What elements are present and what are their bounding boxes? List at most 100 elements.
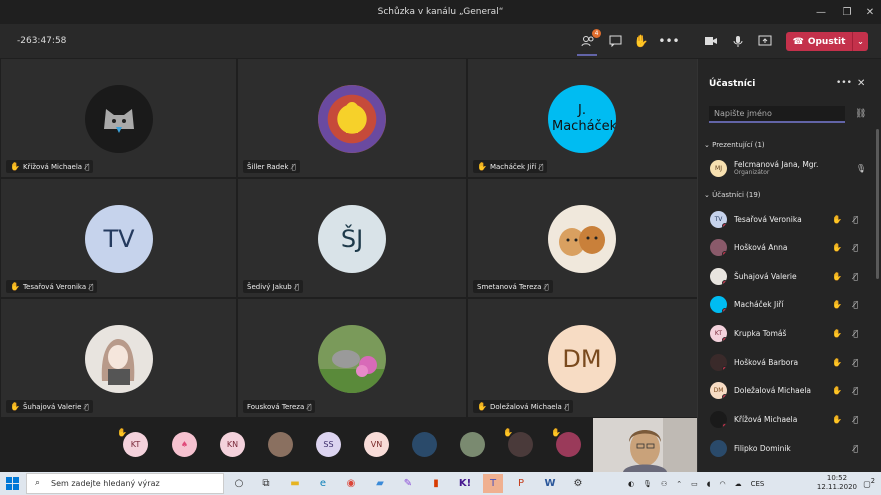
people-tray-icon[interactable]: ⚇ <box>661 480 667 488</box>
taskbar-search-input[interactable]: ⌕ Sem zadejte hledaný výraz <box>26 473 224 494</box>
word-icon[interactable]: W <box>540 474 560 493</box>
office-icon[interactable]: ▮ <box>426 474 446 493</box>
windows-start-icon[interactable] <box>6 477 19 490</box>
participant-row[interactable]: MJ Felcmanová Jana, Mgr. Organizátor 🎙 <box>710 158 870 178</box>
close-window-icon[interactable]: ✕ <box>857 0 881 24</box>
tile-name: Fousková Tereza <box>247 402 305 411</box>
mic-off-icon: 🎙̸ <box>853 271 858 281</box>
strip-avatar-picture[interactable]: ♠ <box>172 432 197 457</box>
participant-row[interactable]: Křížová Michaela ✋ 🎙̸ <box>710 409 870 429</box>
strip-avatar[interactable]: VN <box>364 432 389 457</box>
attendees-section-header[interactable]: ⌄ Účastníci (19) <box>704 191 761 199</box>
system-tray: ◐ 🎙 ⚇ ⌃ ▭ ◖ ◠ ☁ CES <box>628 472 764 495</box>
video-tile[interactable]: J. Macháček ✋ Macháček Jiří 🎙̸ <box>468 59 697 177</box>
raised-hand-icon: ✋ <box>10 402 20 411</box>
participant-search-input[interactable]: Napište jméno <box>709 106 845 123</box>
participant-row[interactable]: TV Tesařová Veronika ✋ 🎙̸ <box>710 209 870 229</box>
tile-avatar-initials: DM <box>548 325 616 393</box>
mic-off-icon: 🎙̸ <box>307 402 312 411</box>
tile-name: Doležalová Michaela <box>489 402 562 411</box>
network-icon[interactable]: ▭ <box>691 480 698 488</box>
kahoot-icon[interactable]: K! <box>455 474 475 493</box>
participant-row[interactable]: Macháček Jiří ✋ 🎙̸ <box>710 294 870 314</box>
strip-avatar-picture[interactable] <box>460 432 485 457</box>
video-tile[interactable]: ✋ Šuhajová Valerie 🎙̸ <box>1 299 236 417</box>
store-icon[interactable]: ▰ <box>370 474 390 493</box>
participant-row[interactable]: Hošková Barbora ✋ 🎙̸ <box>710 352 870 372</box>
mic-tray-icon[interactable]: 🎙 <box>643 480 652 488</box>
participant-row[interactable]: DM Doležalová Michaela ✋ 🎙̸ <box>710 380 870 400</box>
cortana-icon[interactable]: ○ <box>229 474 249 493</box>
more-options-icon[interactable]: ••• <box>658 32 679 50</box>
link-icon[interactable]: ⛓ <box>855 109 866 119</box>
avatar-initials: DM <box>713 386 724 394</box>
microphone-icon[interactable] <box>729 32 747 50</box>
panel-close-icon[interactable]: ✕ <box>857 78 865 89</box>
share-screen-icon[interactable] <box>756 32 774 50</box>
attendees-label: Účastníci (19) <box>712 191 761 199</box>
leave-label: Opustit <box>807 36 846 47</box>
file-explorer-icon[interactable]: ▬ <box>285 474 305 493</box>
participant-avatar: MJ <box>710 159 727 177</box>
video-tile[interactable]: ŠJ Šedivý Jakub 🎙̸ <box>238 179 466 297</box>
camera-icon[interactable] <box>702 32 720 50</box>
video-tile[interactable]: Smetanová Tereza 🎙̸ <box>468 179 697 297</box>
chevron-up-icon[interactable]: ⌃ <box>676 480 682 488</box>
participant-row[interactable]: Šuhajová Valerie ✋ 🎙̸ <box>710 266 870 286</box>
tile-avatar-initials: ŠJ <box>318 205 386 273</box>
participants-icon[interactable]: 4 <box>579 29 601 50</box>
participant-row[interactable]: KT Krupka Tomáš ✋ 🎙̸ <box>710 323 870 343</box>
onedrive-icon[interactable]: ☁ <box>735 480 742 488</box>
leave-main[interactable]: ☎ Opustit <box>786 37 852 47</box>
participant-name: Felcmanová Jana, Mgr. <box>734 160 819 169</box>
self-video-preview[interactable] <box>593 418 697 472</box>
paint-icon[interactable]: ✎ <box>398 474 418 493</box>
mic-off-icon: 🎙̸ <box>853 328 858 338</box>
video-tile[interactable]: ✋ Křížová Michaela 🎙̸ <box>1 59 236 177</box>
mic-off-icon: 🎙̸ <box>539 162 544 171</box>
participant-name: Filipko Dominik <box>734 443 791 453</box>
status-dot <box>722 250 727 256</box>
strip-avatar-picture[interactable] <box>268 432 293 457</box>
edge-icon[interactable]: e <box>313 474 333 493</box>
clock-date: 12.11.2020 <box>816 483 857 491</box>
video-tile[interactable]: Fousková Tereza 🎙̸ <box>238 299 466 417</box>
video-tile[interactable]: TV ✋ Tesařová Veronika 🎙̸ <box>1 179 236 297</box>
language-indicator[interactable]: CES <box>751 480 765 488</box>
teams-icon[interactable]: T <box>483 474 503 493</box>
panel-more-icon[interactable]: ••• <box>836 78 852 88</box>
raised-hand-icon: ✋ <box>832 357 842 367</box>
panel-scrollbar[interactable] <box>876 129 879 279</box>
minimize-icon[interactable]: — <box>808 0 834 24</box>
video-tile[interactable]: Šiller Radek 🎙̸ <box>238 59 466 177</box>
tile-name: Šiller Radek <box>247 162 289 171</box>
wifi-icon[interactable]: ◠ <box>719 480 725 488</box>
status-dot <box>722 222 727 228</box>
raise-hand-icon[interactable]: ✋ <box>632 32 650 50</box>
leave-button[interactable]: ☎ Opustit ⌄ <box>786 32 868 51</box>
notifications-icon[interactable]: ▢2 <box>863 477 875 489</box>
strip-avatar-picture[interactable] <box>412 432 437 457</box>
task-view-icon[interactable]: ⧉ <box>256 474 276 493</box>
avatar-initials: TV <box>103 225 135 253</box>
window-title: Schůzka v kanálu „General“ <box>377 7 504 17</box>
avatar-tray-icon[interactable]: ◐ <box>628 480 634 488</box>
volume-icon[interactable]: ◖ <box>707 480 711 488</box>
video-tile[interactable]: DM ✋ Doležalová Michaela 🎙̸ <box>468 299 697 417</box>
strip-avatar[interactable]: SS <box>316 432 341 457</box>
mic-off-icon: 🎙̸ <box>853 357 858 367</box>
powerpoint-icon[interactable]: P <box>511 474 531 493</box>
mic-off-icon: 🎙̸ <box>853 443 858 453</box>
presenters-section-header[interactable]: ⌄ Prezentující (1) <box>704 141 765 149</box>
mic-off-icon: 🎙̸ <box>89 282 94 291</box>
strip-avatar[interactable]: KN <box>220 432 245 457</box>
status-dot <box>722 307 727 313</box>
microphone-icon: 🎙 <box>855 163 866 173</box>
chat-icon[interactable] <box>606 32 624 50</box>
participant-row[interactable]: Filipko Dominik 🎙̸ <box>710 438 870 458</box>
settings-gear-icon[interactable]: ⚙ <box>568 474 588 493</box>
participant-row[interactable]: Hošková Anna ✋ 🎙̸ <box>710 237 870 257</box>
leave-dropdown-chevron-icon[interactable]: ⌄ <box>852 32 868 51</box>
taskbar-clock[interactable]: 10:52 12.11.2020 <box>817 474 857 492</box>
chrome-icon[interactable]: ◉ <box>341 474 361 493</box>
